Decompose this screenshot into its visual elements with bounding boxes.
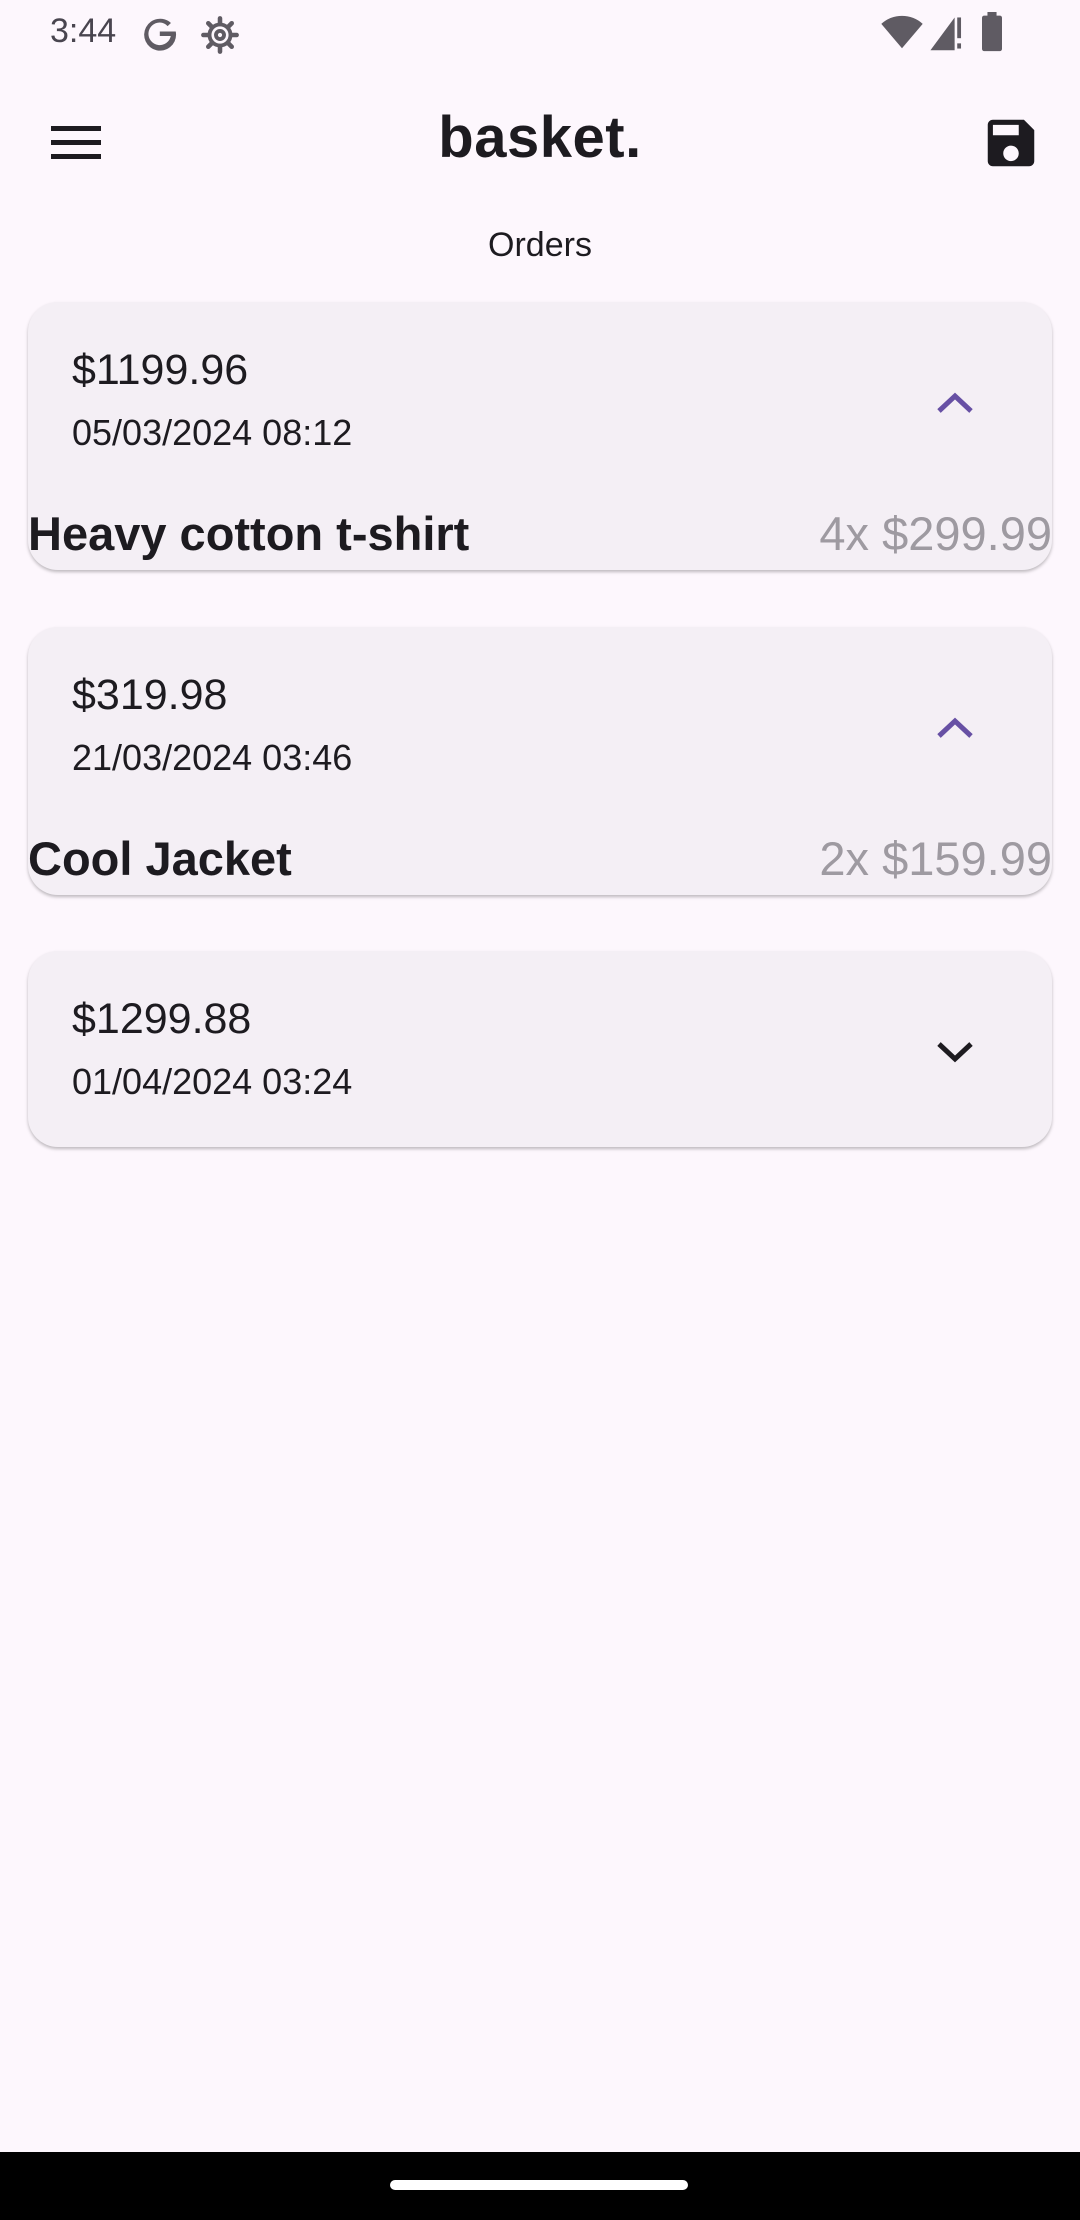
save-floppy-icon[interactable]: [980, 112, 1042, 174]
order-date: 21/03/2024 03:46: [72, 737, 353, 778]
battery-icon: [982, 12, 1002, 52]
order-date: 05/03/2024 08:12: [72, 412, 353, 453]
home-indicator[interactable]: [390, 2180, 688, 2190]
item-name: Heavy cotton t-shirt: [28, 507, 470, 560]
app-title: basket.: [438, 105, 642, 170]
order-card-header[interactable]: $1199.96 05/03/2024 08:12: [28, 302, 1052, 498]
chevron-down-icon[interactable]: [930, 1035, 980, 1069]
order-total: $319.98: [72, 671, 228, 719]
chevron-up-icon[interactable]: [930, 711, 980, 745]
item-name: Cool Jacket: [28, 832, 292, 885]
wifi-icon: [881, 15, 923, 49]
navigation-bar: [0, 2152, 1080, 2220]
order-item-row: Cool Jacket 2x $159.99: [28, 831, 1052, 895]
order-card: $1199.96 05/03/2024 08:12 Heavy cotton t…: [28, 302, 1052, 570]
chevron-up-icon[interactable]: [930, 386, 980, 420]
section-title: Orders: [488, 226, 592, 264]
google-icon: [144, 18, 177, 51]
item-quantity-price: 4x $299.99: [819, 507, 1052, 560]
order-total: $1199.96: [72, 346, 249, 394]
status-bar: 3:44: [0, 0, 1080, 66]
settings-gear-icon: [201, 16, 239, 54]
order-date: 01/04/2024 03:24: [72, 1061, 353, 1102]
order-card-header[interactable]: $1299.88 01/04/2024 03:24: [28, 951, 1052, 1147]
order-card: $319.98 21/03/2024 03:46 Cool Jacket 2x …: [28, 627, 1052, 895]
status-time: 3:44: [50, 12, 117, 50]
item-quantity-price: 2x $159.99: [819, 832, 1052, 885]
order-card-header[interactable]: $319.98 21/03/2024 03:46: [28, 627, 1052, 823]
order-card: $1299.88 01/04/2024 03:24: [28, 951, 1052, 1147]
order-item-row: Heavy cotton t-shirt 4x $299.99: [28, 506, 1052, 570]
signal-icon: [930, 17, 962, 51]
order-total: $1299.88: [72, 995, 252, 1043]
